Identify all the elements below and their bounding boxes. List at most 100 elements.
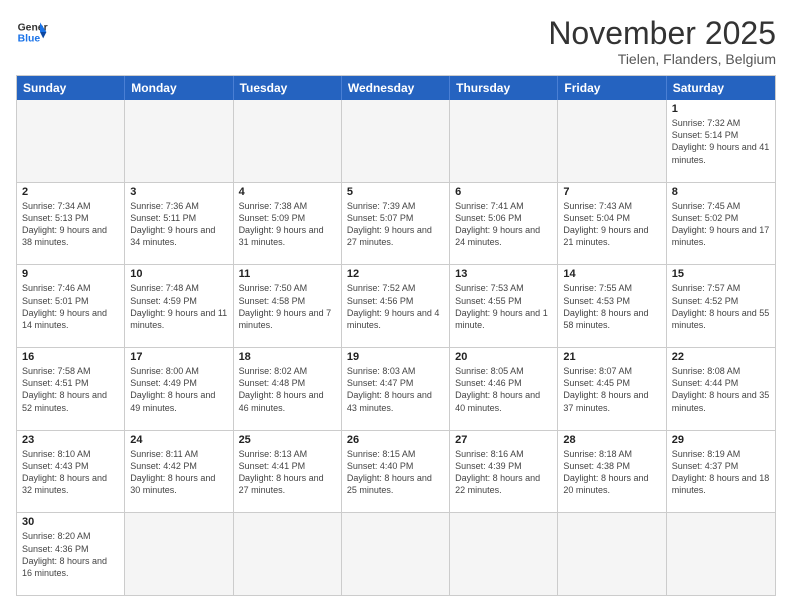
cal-cell-1-3: 5 Sunrise: 7:39 AM Sunset: 5:07 PM Daylig… [342,183,450,265]
day-info: Sunrise: 7:48 AM Sunset: 4:59 PM Dayligh… [130,282,227,331]
day-info: Sunrise: 7:55 AM Sunset: 4:53 PM Dayligh… [563,282,660,331]
day-info: Sunrise: 8:16 AM Sunset: 4:39 PM Dayligh… [455,448,552,497]
title-block: November 2025 Tielen, Flanders, Belgium [548,16,776,67]
cal-cell-5-2 [234,513,342,595]
day-number: 30 [22,516,119,528]
day-number: 14 [563,268,660,280]
day-number: 4 [239,186,336,198]
calendar: Sunday Monday Tuesday Wednesday Thursday… [16,75,776,596]
cal-cell-1-6: 8 Sunrise: 7:45 AM Sunset: 5:02 PM Daylig… [667,183,775,265]
day-number: 28 [563,434,660,446]
day-number: 5 [347,186,444,198]
calendar-header: Sunday Monday Tuesday Wednesday Thursday… [17,76,775,100]
day-number: 17 [130,351,227,363]
day-info: Sunrise: 7:50 AM Sunset: 4:58 PM Dayligh… [239,282,336,331]
day-info: Sunrise: 8:11 AM Sunset: 4:42 PM Dayligh… [130,448,227,497]
day-info: Sunrise: 7:52 AM Sunset: 4:56 PM Dayligh… [347,282,444,331]
day-number: 22 [672,351,770,363]
day-number: 15 [672,268,770,280]
day-number: 20 [455,351,552,363]
cal-cell-3-2: 18 Sunrise: 8:02 AM Sunset: 4:48 PM Dayli… [234,348,342,430]
header-wednesday: Wednesday [342,76,450,100]
cal-cell-2-4: 13 Sunrise: 7:53 AM Sunset: 4:55 PM Dayli… [450,265,558,347]
header-monday: Monday [125,76,233,100]
logo: General Blue [16,16,48,48]
cal-cell-2-3: 12 Sunrise: 7:52 AM Sunset: 4:56 PM Dayli… [342,265,450,347]
header-saturday: Saturday [667,76,775,100]
day-number: 6 [455,186,552,198]
day-info: Sunrise: 8:00 AM Sunset: 4:49 PM Dayligh… [130,365,227,414]
cal-cell-1-5: 7Sunrise: 7:43 AM Sunset: 5:04 PM Daylig… [558,183,666,265]
day-info: Sunrise: 8:13 AM Sunset: 4:41 PM Dayligh… [239,448,336,497]
cal-row-3: 16Sunrise: 7:58 AM Sunset: 4:51 PM Dayli… [17,348,775,431]
day-info: Sunrise: 7:46 AM Sunset: 5:01 PM Dayligh… [22,282,119,331]
cal-cell-0-2 [234,100,342,182]
cal-cell-0-1 [125,100,233,182]
cal-cell-4-0: 23 Sunrise: 8:10 AM Sunset: 4:43 PM Dayli… [17,431,125,513]
cal-row-5: 30 Sunrise: 8:20 AM Sunset: 4:36 PM Dayli… [17,513,775,595]
day-info: Sunrise: 8:05 AM Sunset: 4:46 PM Dayligh… [455,365,552,414]
cal-cell-0-6: 1 Sunrise: 7:32 AM Sunset: 5:14 PM Daylig… [667,100,775,182]
day-info: Sunrise: 8:15 AM Sunset: 4:40 PM Dayligh… [347,448,444,497]
day-info: Sunrise: 8:02 AM Sunset: 4:48 PM Dayligh… [239,365,336,414]
day-info: Sunrise: 7:32 AM Sunset: 5:14 PM Dayligh… [672,117,770,166]
cal-cell-2-6: 15 Sunrise: 7:57 AM Sunset: 4:52 PM Dayli… [667,265,775,347]
day-number: 23 [22,434,119,446]
day-number: 1 [672,103,770,115]
cal-cell-4-3: 26 Sunrise: 8:15 AM Sunset: 4:40 PM Dayli… [342,431,450,513]
calendar-body: 1 Sunrise: 7:32 AM Sunset: 5:14 PM Daylig… [17,100,775,595]
day-number: 21 [563,351,660,363]
day-number: 29 [672,434,770,446]
day-info: Sunrise: 8:10 AM Sunset: 4:43 PM Dayligh… [22,448,119,497]
day-info: Sunrise: 7:43 AM Sunset: 5:04 PM Dayligh… [563,200,660,249]
day-info: Sunrise: 8:20 AM Sunset: 4:36 PM Dayligh… [22,530,119,579]
cal-cell-5-6 [667,513,775,595]
day-number: 26 [347,434,444,446]
day-number: 25 [239,434,336,446]
day-number: 8 [672,186,770,198]
day-number: 3 [130,186,227,198]
day-number: 13 [455,268,552,280]
cal-row-0: 1 Sunrise: 7:32 AM Sunset: 5:14 PM Daylig… [17,100,775,183]
day-info: Sunrise: 7:39 AM Sunset: 5:07 PM Dayligh… [347,200,444,249]
header-sunday: Sunday [17,76,125,100]
day-info: Sunrise: 7:36 AM Sunset: 5:11 PM Dayligh… [130,200,227,249]
cal-cell-4-5: 28 Sunrise: 8:18 AM Sunset: 4:38 PM Dayli… [558,431,666,513]
day-info: Sunrise: 8:07 AM Sunset: 4:45 PM Dayligh… [563,365,660,414]
day-number: 11 [239,268,336,280]
day-number: 24 [130,434,227,446]
day-number: 18 [239,351,336,363]
cal-cell-5-4 [450,513,558,595]
day-info: Sunrise: 7:58 AM Sunset: 4:51 PM Dayligh… [22,365,119,414]
cal-cell-4-1: 24 Sunrise: 8:11 AM Sunset: 4:42 PM Dayli… [125,431,233,513]
cal-cell-2-2: 11 Sunrise: 7:50 AM Sunset: 4:58 PM Dayli… [234,265,342,347]
cal-cell-3-4: 20 Sunrise: 8:05 AM Sunset: 4:46 PM Dayli… [450,348,558,430]
cal-cell-2-0: 9Sunrise: 7:46 AM Sunset: 5:01 PM Daylig… [17,265,125,347]
day-info: Sunrise: 8:08 AM Sunset: 4:44 PM Dayligh… [672,365,770,414]
cal-cell-3-3: 19Sunrise: 8:03 AM Sunset: 4:47 PM Dayli… [342,348,450,430]
cal-cell-3-0: 16Sunrise: 7:58 AM Sunset: 4:51 PM Dayli… [17,348,125,430]
header-tuesday: Tuesday [234,76,342,100]
day-number: 19 [347,351,444,363]
cal-cell-4-4: 27Sunrise: 8:16 AM Sunset: 4:39 PM Dayli… [450,431,558,513]
header-friday: Friday [558,76,666,100]
cal-cell-5-3 [342,513,450,595]
day-info: Sunrise: 7:45 AM Sunset: 5:02 PM Dayligh… [672,200,770,249]
day-info: Sunrise: 8:19 AM Sunset: 4:37 PM Dayligh… [672,448,770,497]
day-info: Sunrise: 8:18 AM Sunset: 4:38 PM Dayligh… [563,448,660,497]
cal-row-4: 23 Sunrise: 8:10 AM Sunset: 4:43 PM Dayli… [17,431,775,514]
cal-cell-0-5 [558,100,666,182]
cal-cell-0-4 [450,100,558,182]
cal-cell-4-6: 29 Sunrise: 8:19 AM Sunset: 4:37 PM Dayli… [667,431,775,513]
cal-cell-0-3 [342,100,450,182]
day-info: Sunrise: 7:34 AM Sunset: 5:13 PM Dayligh… [22,200,119,249]
cal-cell-5-1 [125,513,233,595]
cal-cell-3-5: 21 Sunrise: 8:07 AM Sunset: 4:45 PM Dayli… [558,348,666,430]
day-info: Sunrise: 7:57 AM Sunset: 4:52 PM Dayligh… [672,282,770,331]
day-number: 12 [347,268,444,280]
cal-cell-1-4: 6Sunrise: 7:41 AM Sunset: 5:06 PM Daylig… [450,183,558,265]
cal-cell-4-2: 25 Sunrise: 8:13 AM Sunset: 4:41 PM Dayli… [234,431,342,513]
day-info: Sunrise: 7:53 AM Sunset: 4:55 PM Dayligh… [455,282,552,331]
header-thursday: Thursday [450,76,558,100]
logo-icon: General Blue [16,16,48,48]
